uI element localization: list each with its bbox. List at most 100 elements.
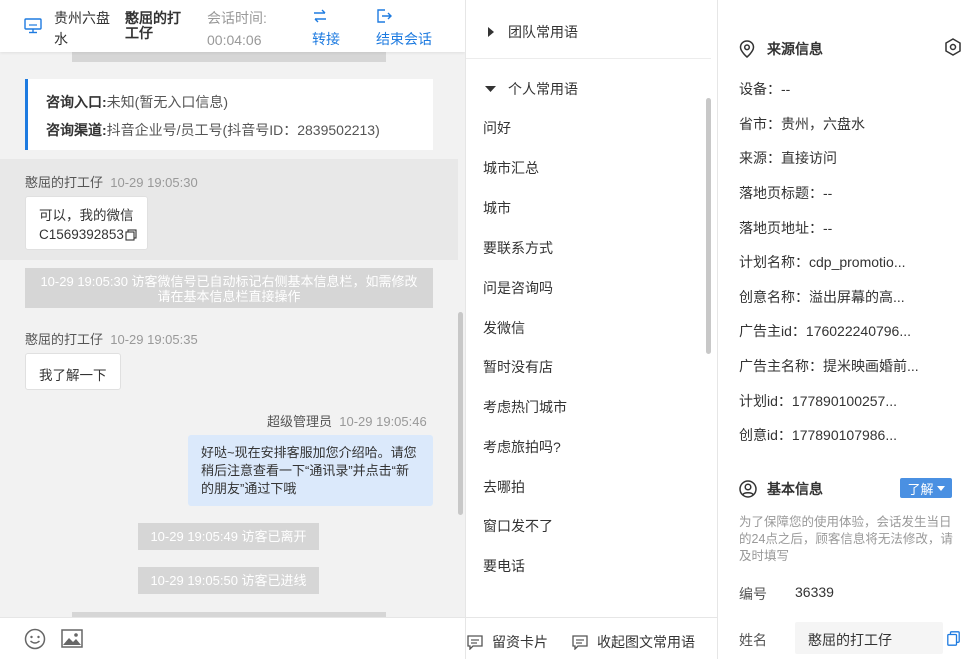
session-label: 会话时间: [207,10,267,26]
info-value: -- [823,220,833,236]
location-pin-icon [739,40,755,58]
message-time: 10-29 19:05:30 [110,175,198,190]
phrase-item[interactable]: 城市 [483,198,511,218]
team-phrases-toggle[interactable]: 团队常用语 [487,22,578,42]
system-note: 10-29 19:05:49 访客已离开 [138,523,319,550]
phrase-item[interactable]: 暂时没有店 [483,357,553,377]
chat-toolbar [0,617,465,659]
info-label: 计划id： [739,393,792,409]
info-row-device: 设备：-- [739,79,790,99]
info-value: 提米映画婚前... [823,358,919,374]
info-value: 177890100257... [791,393,898,409]
info-label: 落地页地址： [739,220,823,236]
channel-label: 咨询渠道: [46,122,107,138]
info-row-plan-name: 计划名称：cdp_promotio... [739,252,906,272]
image-icon[interactable] [61,629,83,648]
notice-text: 为了保障您的使用体验，会话发生当日的24点之后，顾客信息将无法修改，请及时填写 [739,515,953,563]
chat-panel: 咨询入口:未知(暂无入口信息) 咨询渠道:抖音企业号/员工号(抖音号ID：283… [0,0,466,659]
message-icon [572,634,588,650]
phrase-item[interactable]: 问好 [483,118,511,138]
info-value: 贵州，六盘水 [781,116,865,132]
info-row-plan-id: 计划id：177890100257... [739,391,897,411]
info-label: 创意id： [739,427,792,443]
phrase-item[interactable]: 要联系方式 [483,238,553,258]
info-row-landing-title: 落地页标题：-- [739,183,832,203]
system-note: 10-29 19:05:30 访客微信号已自动标记右侧基本信息栏，如需修改请在基… [25,268,433,308]
sender-name: 憨屈的打工仔 [25,332,104,347]
phrase-item[interactable]: 窗口发不了 [483,516,553,536]
visitor-message-bubble[interactable]: 可以，我的微信 C1569392853 [25,196,148,250]
info-value: 溢出屏幕的高... [809,289,905,305]
exit-icon [376,8,440,24]
transfer-button[interactable]: 转接 [312,8,352,49]
visitor-name: 憨屈的打工仔 [125,10,181,41]
info-value: -- [823,185,833,201]
message-time: 10-29 19:05:35 [110,332,198,347]
phrase-item[interactable]: 要电话 [483,556,525,576]
name-input[interactable]: 憨屈的打工仔 [795,622,943,654]
card-icon [467,634,483,650]
transfer-icon [312,8,352,24]
copy-icon[interactable] [947,631,960,646]
session-time: 00:04:06 [207,32,262,48]
id-label: 编号 [739,586,767,602]
phrase-item[interactable]: 考虑热门城市 [483,397,567,417]
info-value: -- [781,81,791,97]
collapse-phrases-label: 收起图文常用语 [597,634,695,650]
personal-phrases-title: 个人常用语 [508,81,578,97]
name-label: 姓名 [739,632,767,648]
info-value: 176022240796... [805,323,912,339]
info-label: 省市： [739,116,781,132]
hexagon-settings-icon[interactable] [944,38,962,56]
lead-card-button[interactable]: 留资卡片 [467,632,548,652]
info-row-source: 来源：直接访问 [739,148,837,168]
id-value: 36339 [795,584,834,600]
info-row-advertiser-name: 广告主名称：提米映画婚前... [739,356,919,376]
source-info-header: 来源信息 [739,39,823,59]
info-label: 设备： [739,81,781,97]
phrase-item[interactable]: 考虑旅拍吗? [483,437,561,457]
info-row-region: 省市：贵州，六盘水 [739,114,865,134]
learn-more-label: 了解 [907,481,934,497]
info-label: 广告主名称： [739,358,823,374]
emoji-icon[interactable] [24,628,46,650]
phrase-item[interactable]: 城市汇总 [483,158,539,178]
collapse-phrases-button[interactable]: 收起图文常用语 [572,632,695,652]
sender-name: 超级管理员 [267,414,333,429]
message-meta: 超级管理员 10-29 19:05:46 [267,411,427,430]
visitor-message-bubble[interactable]: 我了解一下 [25,353,121,390]
system-note: 10-29 19:05:50 访客已进线 [138,567,319,594]
transfer-label: 转接 [312,31,340,47]
info-row-advertiser-id: 广告主id：176022240796... [739,321,911,341]
agent-message-bubble[interactable]: 好哒~现在安排客服加您介绍哈。请您稍后注意查看一下“通讯录”并点击“新的朋友”通… [188,435,433,506]
basic-info-header: 基本信息 [739,479,823,499]
lead-card-label: 留资卡片 [492,634,548,650]
personal-phrases-toggle[interactable]: 个人常用语 [485,79,578,99]
chat-scrollbar[interactable] [458,312,463,515]
info-row-landing-url: 落地页地址：-- [739,218,832,238]
phrase-item[interactable]: 问是咨询吗 [483,278,553,298]
wechat-id: C1569392853 [39,227,124,242]
phrase-item[interactable]: 发微信 [483,318,525,338]
message-meta: 憨屈的打工仔 10-29 19:05:35 [25,329,198,348]
info-row-creative-id: 创意id：177890107986... [739,425,897,445]
info-label: 创意名称： [739,289,809,305]
phrase-item[interactable]: 去哪拍 [483,477,525,497]
monitor-icon [24,18,42,34]
learn-more-button[interactable]: 了解 [900,478,952,498]
consult-source-card: 咨询入口:未知(暂无入口信息) 咨询渠道:抖音企业号/员工号(抖音号ID：283… [25,79,433,150]
entry-label: 咨询入口: [46,94,107,110]
visitor-city: 贵州六盘水 [54,10,110,47]
info-row-creative-name: 创意名称：溢出屏幕的高... [739,287,905,307]
end-session-button[interactable]: 结束会话 [376,8,440,49]
info-value: 直接访问 [781,150,837,166]
message-meta: 憨屈的打工仔 10-29 19:05:30 [25,172,198,191]
phrases-scrollbar[interactable] [706,98,711,354]
basic-info-title: 基本信息 [767,481,823,497]
copy-icon[interactable] [125,228,137,241]
source-info-title: 来源信息 [767,41,823,57]
info-value: 177890107986... [791,427,898,443]
caret-down-icon [936,485,945,491]
info-label: 来源： [739,150,781,166]
entry-value: 未知(暂无入口信息) [106,94,228,110]
